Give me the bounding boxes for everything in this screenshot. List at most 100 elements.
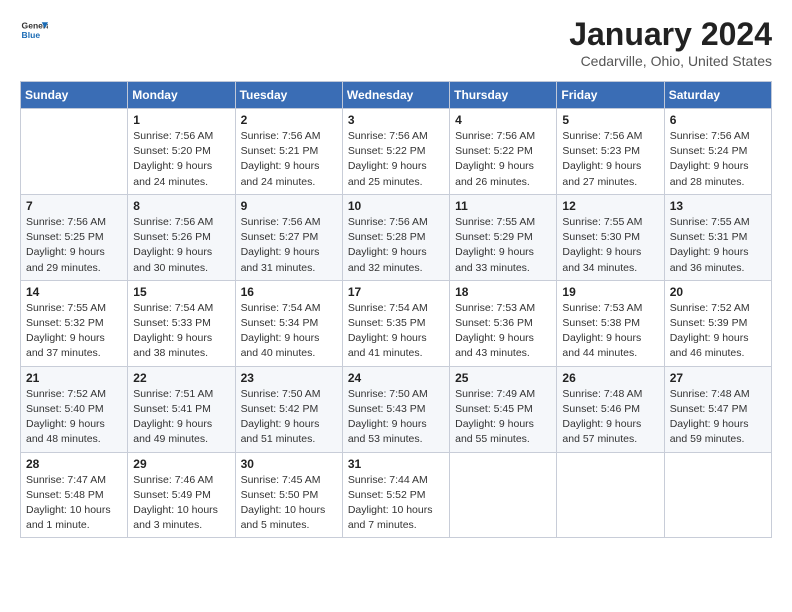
day-number: 12 [562, 199, 658, 213]
calendar-week-row: 21 Sunrise: 7:52 AMSunset: 5:40 PMDayligh… [21, 366, 772, 452]
calendar-cell: 4 Sunrise: 7:56 AMSunset: 5:22 PMDaylight… [450, 109, 557, 195]
day-info: Sunrise: 7:56 AMSunset: 5:23 PMDaylight:… [562, 129, 658, 190]
day-number: 21 [26, 371, 122, 385]
day-info: Sunrise: 7:56 AMSunset: 5:22 PMDaylight:… [455, 129, 551, 190]
calendar-cell: 3Sunrise: 7:56 AMSunset: 5:22 PMDaylight… [342, 109, 449, 195]
day-info: Sunrise: 7:54 AMSunset: 5:35 PMDaylight:… [348, 301, 444, 362]
day-info: Sunrise: 7:53 AMSunset: 5:36 PMDaylight:… [455, 301, 551, 362]
day-number: 27 [670, 371, 766, 385]
day-number: 16 [241, 285, 337, 299]
calendar-cell: 24 Sunrise: 7:50 AMSunset: 5:43 PMDayligh… [342, 366, 449, 452]
day-info: Sunrise: 7:55 AMSunset: 5:29 PMDaylight:… [455, 215, 551, 276]
calendar-body: 1Sunrise: 7:56 AMSunset: 5:20 PMDaylight… [21, 109, 772, 538]
calendar-cell [21, 109, 128, 195]
weekday-header-tuesday: Tuesday [235, 82, 342, 109]
calendar-cell: 15 Sunrise: 7:54 AMSunset: 5:33 PMDayligh… [128, 280, 235, 366]
calendar-cell: 6 Sunrise: 7:56 AMSunset: 5:24 PMDaylight… [664, 109, 771, 195]
calendar-cell: 30 Sunrise: 7:45 AMSunset: 5:50 PMDayligh… [235, 452, 342, 538]
calendar-cell: 21 Sunrise: 7:52 AMSunset: 5:40 PMDayligh… [21, 366, 128, 452]
weekday-header-friday: Friday [557, 82, 664, 109]
day-number: 13 [670, 199, 766, 213]
logo-icon: General Blue [20, 16, 48, 44]
calendar-cell [450, 452, 557, 538]
day-number: 23 [241, 371, 337, 385]
day-number: 6 [670, 113, 766, 127]
day-number: 15 [133, 285, 229, 299]
calendar-cell: 12Sunrise: 7:55 AMSunset: 5:30 PMDayligh… [557, 194, 664, 280]
logo: General Blue [20, 16, 48, 44]
calendar-cell: 29Sunrise: 7:46 AMSunset: 5:49 PMDayligh… [128, 452, 235, 538]
calendar-week-row: 1Sunrise: 7:56 AMSunset: 5:20 PMDaylight… [21, 109, 772, 195]
day-info: Sunrise: 7:44 AMSunset: 5:52 PMDaylight:… [348, 473, 444, 534]
day-number: 22 [133, 371, 229, 385]
day-info: Sunrise: 7:52 AMSunset: 5:40 PMDaylight:… [26, 387, 122, 448]
day-info: Sunrise: 7:54 AMSunset: 5:33 PMDaylight:… [133, 301, 229, 362]
weekday-header-row: SundayMondayTuesdayWednesdayThursdayFrid… [21, 82, 772, 109]
day-info: Sunrise: 7:56 AMSunset: 5:20 PMDaylight:… [133, 129, 229, 190]
day-info: Sunrise: 7:50 AMSunset: 5:43 PMDaylight:… [348, 387, 444, 448]
day-number: 10 [348, 199, 444, 213]
day-number: 25 [455, 371, 551, 385]
weekday-header-wednesday: Wednesday [342, 82, 449, 109]
title-block: January 2024 Cedarville, Ohio, United St… [569, 16, 772, 69]
day-number: 7 [26, 199, 122, 213]
calendar-week-row: 7 Sunrise: 7:56 AMSunset: 5:25 PMDaylight… [21, 194, 772, 280]
calendar-cell: 26Sunrise: 7:48 AMSunset: 5:46 PMDayligh… [557, 366, 664, 452]
day-info: Sunrise: 7:52 AMSunset: 5:39 PMDaylight:… [670, 301, 766, 362]
calendar-cell: 7 Sunrise: 7:56 AMSunset: 5:25 PMDaylight… [21, 194, 128, 280]
calendar-week-row: 28 Sunrise: 7:47 AMSunset: 5:48 PMDayligh… [21, 452, 772, 538]
day-number: 18 [455, 285, 551, 299]
weekday-header-monday: Monday [128, 82, 235, 109]
calendar-cell: 8Sunrise: 7:56 AMSunset: 5:26 PMDaylight… [128, 194, 235, 280]
calendar-week-row: 14 Sunrise: 7:55 AMSunset: 5:32 PMDayligh… [21, 280, 772, 366]
calendar-cell: 27 Sunrise: 7:48 AMSunset: 5:47 PMDayligh… [664, 366, 771, 452]
calendar-cell: 5Sunrise: 7:56 AMSunset: 5:23 PMDaylight… [557, 109, 664, 195]
day-info: Sunrise: 7:54 AMSunset: 5:34 PMDaylight:… [241, 301, 337, 362]
day-number: 29 [133, 457, 229, 471]
day-number: 4 [455, 113, 551, 127]
day-info: Sunrise: 7:45 AMSunset: 5:50 PMDaylight:… [241, 473, 337, 534]
day-number: 11 [455, 199, 551, 213]
calendar-cell: 23 Sunrise: 7:50 AMSunset: 5:42 PMDayligh… [235, 366, 342, 452]
day-number: 26 [562, 371, 658, 385]
day-info: Sunrise: 7:49 AMSunset: 5:45 PMDaylight:… [455, 387, 551, 448]
calendar-cell: 16 Sunrise: 7:54 AMSunset: 5:34 PMDayligh… [235, 280, 342, 366]
day-info: Sunrise: 7:48 AMSunset: 5:47 PMDaylight:… [670, 387, 766, 448]
page-subtitle: Cedarville, Ohio, United States [569, 53, 772, 69]
day-number: 3 [348, 113, 444, 127]
calendar-cell: 10 Sunrise: 7:56 AMSunset: 5:28 PMDayligh… [342, 194, 449, 280]
page-header: General Blue January 2024 Cedarville, Oh… [20, 16, 772, 69]
day-number: 17 [348, 285, 444, 299]
day-number: 28 [26, 457, 122, 471]
day-info: Sunrise: 7:56 AMSunset: 5:25 PMDaylight:… [26, 215, 122, 276]
weekday-header-saturday: Saturday [664, 82, 771, 109]
day-info: Sunrise: 7:51 AMSunset: 5:41 PMDaylight:… [133, 387, 229, 448]
calendar-table: SundayMondayTuesdayWednesdayThursdayFrid… [20, 81, 772, 538]
day-info: Sunrise: 7:50 AMSunset: 5:42 PMDaylight:… [241, 387, 337, 448]
day-info: Sunrise: 7:55 AMSunset: 5:31 PMDaylight:… [670, 215, 766, 276]
calendar-cell: 19Sunrise: 7:53 AMSunset: 5:38 PMDayligh… [557, 280, 664, 366]
calendar-cell: 18 Sunrise: 7:53 AMSunset: 5:36 PMDayligh… [450, 280, 557, 366]
calendar-cell: 2 Sunrise: 7:56 AMSunset: 5:21 PMDaylight… [235, 109, 342, 195]
calendar-cell: 17 Sunrise: 7:54 AMSunset: 5:35 PMDayligh… [342, 280, 449, 366]
day-info: Sunrise: 7:56 AMSunset: 5:27 PMDaylight:… [241, 215, 337, 276]
calendar-cell: 9 Sunrise: 7:56 AMSunset: 5:27 PMDaylight… [235, 194, 342, 280]
calendar-cell [664, 452, 771, 538]
calendar-cell: 11 Sunrise: 7:55 AMSunset: 5:29 PMDayligh… [450, 194, 557, 280]
day-number: 24 [348, 371, 444, 385]
svg-text:Blue: Blue [22, 30, 41, 40]
day-number: 2 [241, 113, 337, 127]
calendar-cell [557, 452, 664, 538]
day-info: Sunrise: 7:47 AMSunset: 5:48 PMDaylight:… [26, 473, 122, 534]
day-info: Sunrise: 7:56 AMSunset: 5:26 PMDaylight:… [133, 215, 229, 276]
day-info: Sunrise: 7:56 AMSunset: 5:28 PMDaylight:… [348, 215, 444, 276]
day-number: 30 [241, 457, 337, 471]
calendar-cell: 14 Sunrise: 7:55 AMSunset: 5:32 PMDayligh… [21, 280, 128, 366]
calendar-cell: 20Sunrise: 7:52 AMSunset: 5:39 PMDayligh… [664, 280, 771, 366]
day-info: Sunrise: 7:55 AMSunset: 5:32 PMDaylight:… [26, 301, 122, 362]
day-number: 14 [26, 285, 122, 299]
day-info: Sunrise: 7:56 AMSunset: 5:24 PMDaylight:… [670, 129, 766, 190]
day-number: 9 [241, 199, 337, 213]
day-info: Sunrise: 7:56 AMSunset: 5:21 PMDaylight:… [241, 129, 337, 190]
day-number: 19 [562, 285, 658, 299]
